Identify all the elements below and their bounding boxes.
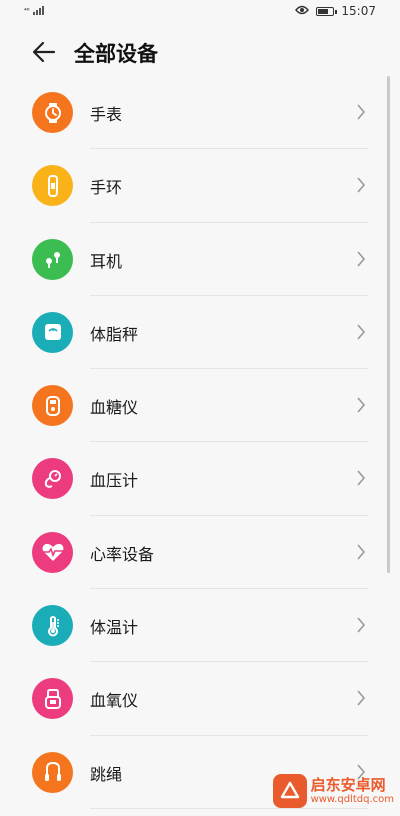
chevron-right-icon [357, 104, 366, 120]
watermark-url: www.qdltdq.com [310, 793, 394, 805]
chevron-right-icon [357, 177, 366, 193]
chevron-right-icon [357, 690, 366, 706]
clock-time: 15:07 [341, 4, 376, 18]
blood-pressure-icon [32, 458, 73, 500]
status-bar: ⁴⁶ 15:07 [0, 0, 400, 26]
header: 全部设备 [0, 26, 400, 76]
chevron-right-icon [357, 397, 366, 413]
device-label: 手环 [90, 178, 123, 198]
jump-rope-icon [32, 751, 73, 793]
device-label: 体脂秤 [90, 324, 139, 344]
chevron-right-icon [357, 544, 366, 560]
device-label: 血糖仪 [90, 398, 139, 418]
device-label: 心率设备 [90, 544, 155, 564]
scrollbar[interactable] [387, 76, 390, 573]
scale-icon [32, 311, 73, 353]
device-label: 跳绳 [90, 764, 123, 784]
watermark: 启东安卓网 www.qdltdq.com [272, 774, 394, 808]
device-item-band[interactable]: 手环 [0, 149, 400, 223]
device-label: 血压计 [90, 471, 139, 491]
device-item-earphones[interactable]: 耳机 [0, 223, 400, 296]
watermark-name: 启东安卓网 [310, 775, 386, 794]
device-item-oximeter[interactable]: 血氧仪 [0, 662, 400, 736]
band-icon [32, 165, 73, 207]
oximeter-icon [32, 678, 73, 720]
device-label: 体温计 [90, 618, 139, 638]
battery-icon [316, 6, 338, 16]
arrow-left-icon [32, 41, 56, 63]
network-type: ⁴⁶ [24, 7, 30, 15]
eye-comfort-icon [295, 4, 310, 18]
earphones-icon [32, 238, 73, 280]
chevron-right-icon [357, 324, 366, 340]
device-item-watch[interactable]: 手表 [0, 76, 400, 150]
device-item-blood-pressure[interactable]: 血压计 [0, 442, 400, 516]
page-title: 全部设备 [74, 42, 158, 66]
thermometer-icon [32, 605, 73, 647]
chevron-right-icon [357, 617, 366, 633]
signal-icon: ⁴⁶ [24, 6, 44, 15]
chevron-right-icon [357, 251, 366, 267]
device-item-heart-rate[interactable]: 心率设备 [0, 516, 400, 590]
watermark-logo-icon [272, 774, 307, 808]
device-label: 耳机 [90, 251, 123, 271]
device-item-scale[interactable]: 体脂秤 [0, 296, 400, 370]
device-item-glucose-meter[interactable]: 血糖仪 [0, 369, 400, 443]
watch-icon [32, 92, 73, 133]
device-list: 手表 手环 耳机 体脂秤 血糖仪 血压计 心率设备 体温计 血氧仪 跳绳 [0, 76, 400, 809]
heart-rate-icon [32, 531, 73, 573]
divider [90, 807, 368, 809]
device-item-thermometer[interactable]: 体温计 [0, 589, 400, 663]
back-button[interactable] [30, 38, 58, 66]
device-label: 血氧仪 [90, 691, 139, 711]
chevron-right-icon [357, 470, 366, 487]
glucose-meter-icon [32, 385, 73, 427]
device-label: 手表 [90, 105, 123, 124]
